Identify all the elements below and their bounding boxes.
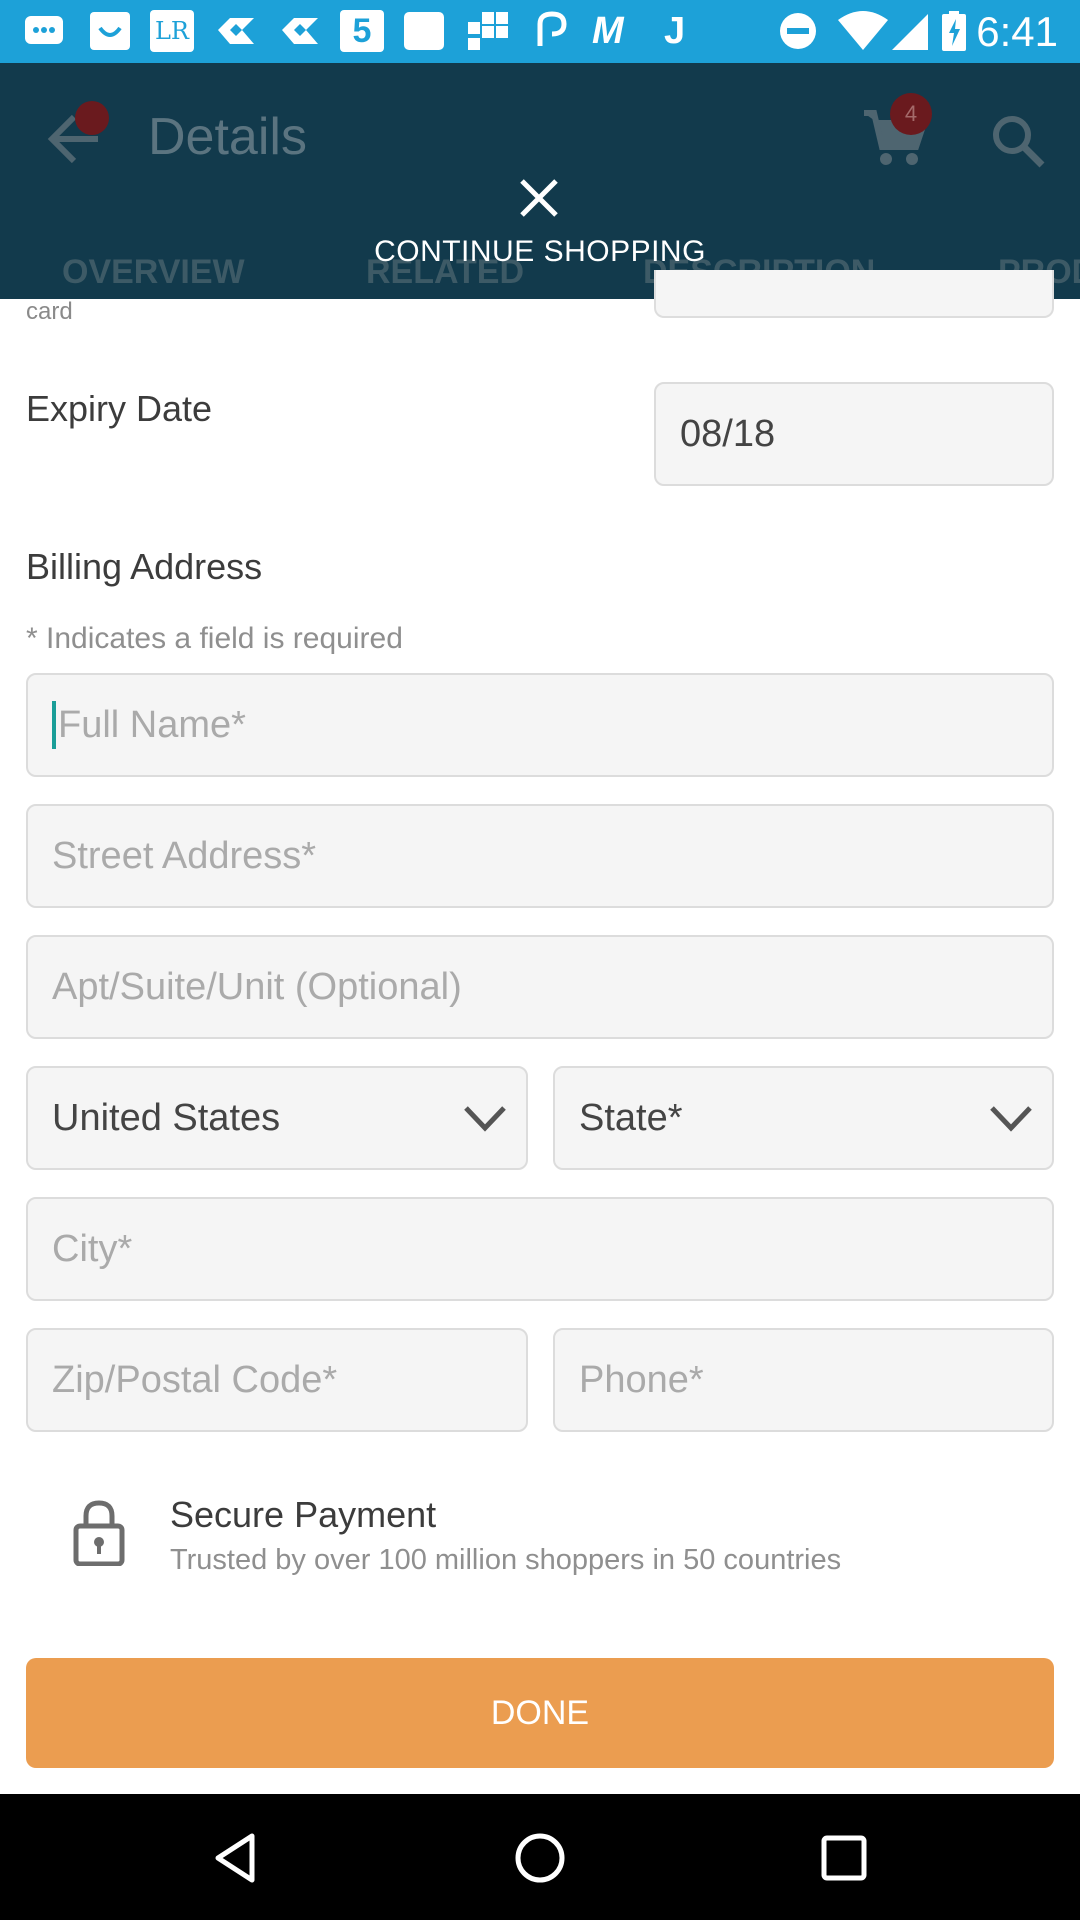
j-app-icon: J [664,10,686,52]
secure-payment-title: Secure Payment [170,1494,437,1535]
page-title: Details [148,108,307,166]
grid-app-icon [468,12,508,50]
card-number-field[interactable] [654,270,1054,318]
country-select[interactable]: United States [26,1066,528,1170]
system-nav-bar [0,1794,1080,1920]
continue-shopping-button[interactable]: CONTINUE SHOPPING [0,235,1080,269]
search-icon[interactable] [988,111,1048,171]
text-cursor [52,701,56,749]
lr-app-icon: LR [150,10,194,52]
done-button-label: DONE [490,1693,590,1732]
status-bar: LR 5 M J 6:41 [0,0,1080,63]
expiry-date-value: 08/18 [680,412,776,455]
required-field-note: * Indicates a field is required [26,622,403,655]
chevron-down-icon [464,1106,506,1132]
apt-suite-placeholder: Apt/Suite/Unit (Optional) [52,965,462,1008]
cart-count-badge: 4 [890,93,932,135]
lock-icon [73,1500,125,1566]
signal-icon [892,14,928,50]
state-value: State* [579,1096,683,1139]
done-button[interactable]: DONE [26,1658,1054,1768]
dropbox-icon [218,18,254,44]
back-nav-icon[interactable] [208,1830,264,1886]
apt-suite-field[interactable]: Apt/Suite/Unit (Optional) [26,935,1054,1039]
recents-nav-icon[interactable] [816,1830,872,1886]
zip-code-placeholder: Zip/Postal Code* [52,1358,338,1401]
expiry-date-label: Expiry Date [26,388,213,429]
city-field[interactable]: City* [26,1197,1054,1301]
state-select[interactable]: State* [553,1066,1054,1170]
m-app-icon: M [592,10,624,52]
link-app-icon [537,11,567,46]
full-name-field[interactable]: Full Name* [26,673,1054,777]
close-icon[interactable] [514,173,564,223]
home-nav-icon[interactable] [512,1830,568,1886]
country-value: United States [52,1096,281,1139]
do-not-disturb-icon [780,13,816,49]
dropbox-icon [282,18,318,44]
expiry-date-field[interactable]: 08/18 [654,382,1054,486]
full-name-placeholder: Full Name* [58,703,246,746]
notification-dot [75,101,109,135]
zip-code-field[interactable]: Zip/Postal Code* [26,1328,528,1432]
battery-charging-icon [942,11,966,51]
chevron-down-icon [990,1106,1032,1132]
app5-icon: 5 [340,10,384,52]
city-placeholder: City* [52,1227,133,1270]
card-label-fragment: card [26,298,73,325]
billing-address-title: Billing Address [26,546,263,587]
clock: 6:41 [976,8,1058,55]
smile-app-icon [90,12,130,50]
secure-payment-subtitle: Trusted by over 100 million shoppers in … [170,1544,842,1576]
blank-app-icon [404,12,444,50]
street-address-field[interactable]: Street Address* [26,804,1054,908]
messaging-icon [25,16,63,44]
phone-placeholder: Phone* [579,1358,704,1401]
app-bar: Details 4 OVERVIEW RELATED DESCRIPTION P… [0,63,1080,299]
wifi-icon [838,11,888,50]
street-address-placeholder: Street Address* [52,834,317,877]
phone-field[interactable]: Phone* [553,1328,1054,1432]
